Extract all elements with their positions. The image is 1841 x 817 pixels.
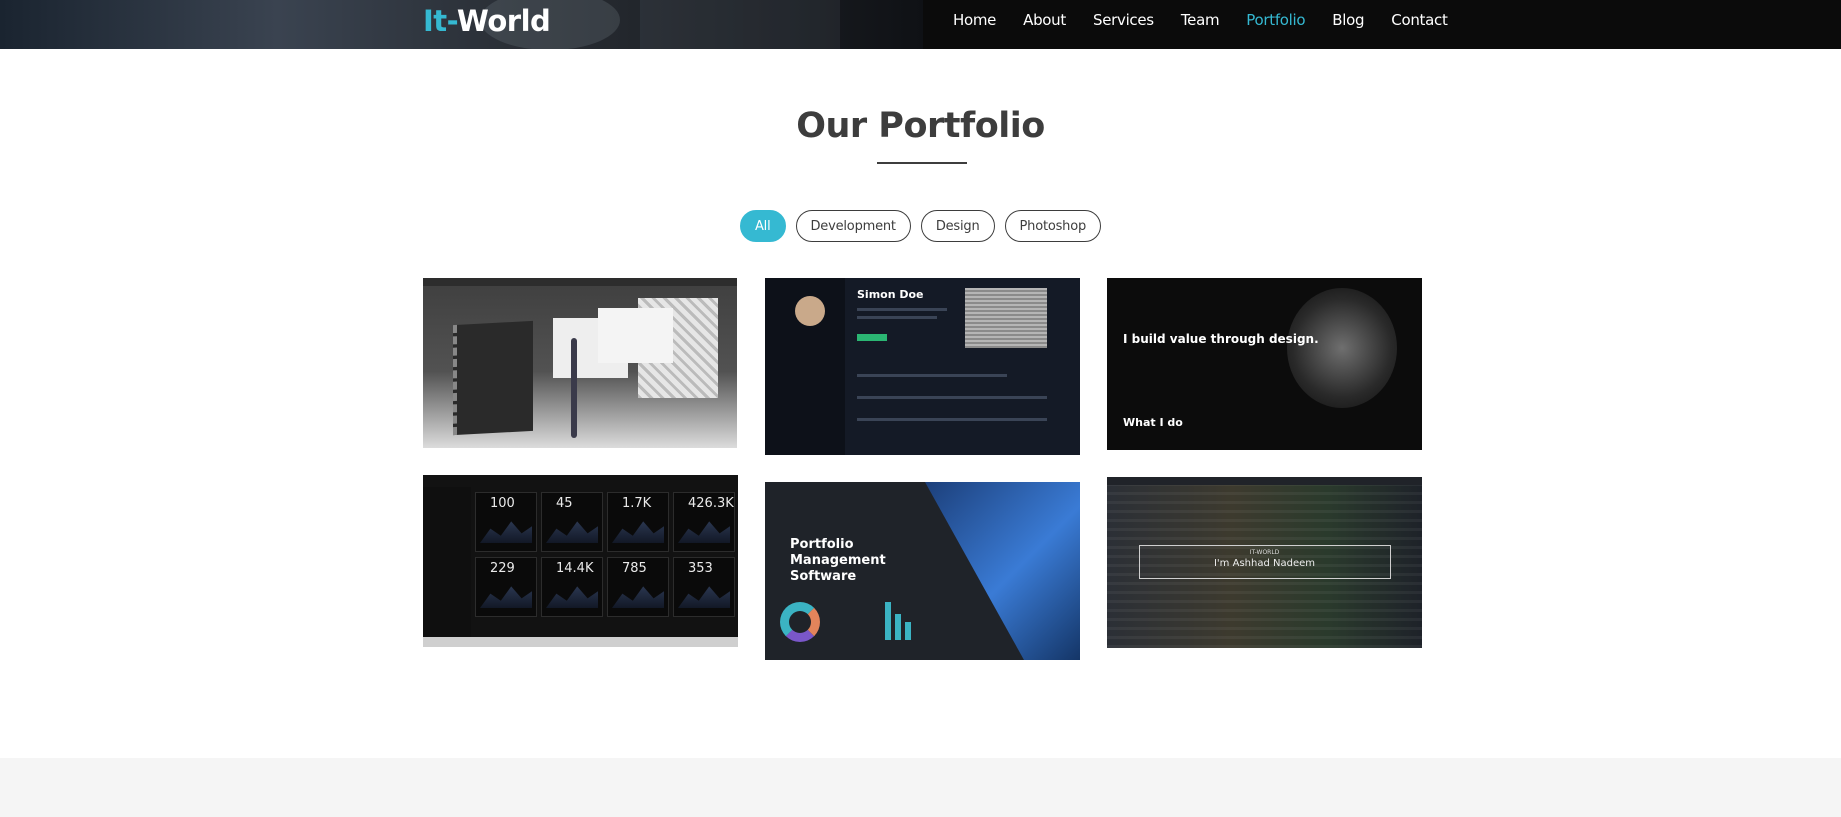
kpi-value: 100 bbox=[490, 496, 515, 511]
download-button-image bbox=[857, 334, 887, 341]
nav-team[interactable]: Team bbox=[1181, 11, 1220, 29]
text-line bbox=[857, 308, 947, 311]
portfolio-item-dashboard[interactable]: 100 45 1.7K 426.3K 229 14.4K 785 353 bbox=[423, 475, 738, 647]
nav-blog[interactable]: Blog bbox=[1332, 11, 1364, 29]
notebook-image bbox=[453, 320, 533, 436]
kpi-card: 1.7K bbox=[607, 492, 669, 552]
filter-photoshop[interactable]: Photoshop bbox=[1004, 210, 1102, 242]
kpi-value: 785 bbox=[622, 561, 647, 576]
donut-chart-image bbox=[780, 602, 820, 642]
software-title-line: Portfolio bbox=[790, 537, 854, 552]
text-line bbox=[857, 316, 937, 319]
kpi-sparkline bbox=[612, 586, 664, 608]
filter-design[interactable]: Design bbox=[920, 210, 995, 242]
bar-image bbox=[905, 622, 911, 640]
bar-image bbox=[895, 614, 901, 640]
kpi-sparkline bbox=[546, 521, 598, 543]
filter-all[interactable]: All bbox=[739, 210, 786, 242]
kpi-sparkline bbox=[480, 586, 532, 608]
text-line bbox=[857, 374, 1007, 377]
nav-home[interactable]: Home bbox=[953, 11, 996, 29]
portfolio-item-designer-site[interactable]: I build value through design. What I do bbox=[1107, 278, 1422, 450]
profile-photo bbox=[965, 288, 1047, 348]
footer-band bbox=[0, 758, 1841, 817]
portfolio-item-stationery-mockup[interactable] bbox=[423, 278, 737, 448]
kpi-card: 229 bbox=[475, 557, 537, 617]
kpi-value: 229 bbox=[490, 561, 515, 576]
kpi-card: 426.3K bbox=[673, 492, 735, 552]
portrait-image bbox=[1287, 288, 1397, 408]
filter-development[interactable]: Development bbox=[795, 210, 911, 242]
kpi-sparkline bbox=[546, 586, 598, 608]
portfolio-item-management-software[interactable]: Portfolio Management Software bbox=[765, 482, 1080, 660]
hero-brand: IT-WORLD bbox=[1249, 549, 1280, 556]
kpi-sparkline bbox=[612, 521, 664, 543]
bar-image bbox=[885, 602, 891, 640]
text-line bbox=[857, 396, 1047, 399]
kpi-value: 1.7K bbox=[622, 496, 652, 511]
portfolio-name: Simon Doe bbox=[857, 288, 924, 301]
kpi-card: 353 bbox=[673, 557, 735, 617]
site-header: It-World Home About Services Team Portfo… bbox=[0, 0, 1841, 49]
kpi-card: 785 bbox=[607, 557, 669, 617]
avatar bbox=[795, 296, 825, 326]
nav-portfolio[interactable]: Portfolio bbox=[1246, 11, 1305, 29]
dashboard-footer bbox=[423, 637, 738, 647]
kpi-value: 45 bbox=[556, 496, 573, 511]
mockup-toolbar bbox=[423, 278, 737, 286]
software-title-line: Management bbox=[790, 553, 886, 568]
kpi-value: 353 bbox=[688, 561, 713, 576]
logo-name: World bbox=[456, 4, 551, 38]
kpi-card: 45 bbox=[541, 492, 603, 552]
kpi-sparkline bbox=[678, 586, 730, 608]
kpi-card: 100 bbox=[475, 492, 537, 552]
software-title-line: Software bbox=[790, 569, 857, 584]
portfolio-filters: All Development Design Photoshop bbox=[0, 210, 1841, 242]
section-subhead: What I do bbox=[1123, 416, 1183, 429]
kpi-sparkline bbox=[678, 521, 730, 543]
nav-contact[interactable]: Contact bbox=[1391, 11, 1448, 29]
security-tablet-image bbox=[925, 482, 1080, 660]
software-title: Portfolio Management Software bbox=[790, 537, 886, 585]
logo-prefix: It- bbox=[423, 4, 457, 38]
pen-image bbox=[571, 338, 577, 438]
main-nav: Home About Services Team Portfolio Blog … bbox=[953, 0, 1475, 40]
dashboard-sidebar bbox=[423, 487, 471, 637]
text-line bbox=[857, 418, 1047, 421]
portfolio-item-resume-site[interactable]: Simon Doe bbox=[765, 278, 1080, 455]
card-image bbox=[598, 308, 673, 363]
site-logo[interactable]: It-World bbox=[423, 4, 551, 38]
hero-headline: I'm Ashhad Nadeem bbox=[1213, 558, 1315, 569]
kpi-value: 14.4K bbox=[556, 561, 594, 576]
kpi-card: 14.4K bbox=[541, 557, 603, 617]
kpi-sparkline bbox=[480, 521, 532, 543]
nav-services[interactable]: Services bbox=[1093, 11, 1154, 29]
section-title: Our Portfolio bbox=[796, 106, 1045, 146]
hero-headline: I build value through design. bbox=[1123, 332, 1319, 346]
nav-about[interactable]: About bbox=[1023, 11, 1066, 29]
kpi-value: 426.3K bbox=[688, 496, 734, 511]
portfolio-item-code-site[interactable]: IT-WORLD I'm Ashhad Nadeem bbox=[1107, 477, 1422, 648]
title-underline bbox=[877, 162, 967, 164]
